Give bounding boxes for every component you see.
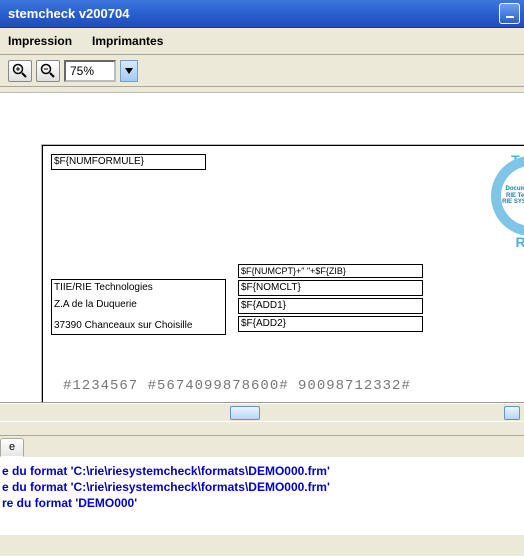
tabs-row: e	[0, 435, 524, 457]
zoom-out-button[interactable]	[36, 60, 60, 82]
sender-line1: TIIE/RIE Technologies	[54, 282, 223, 293]
log-line: e du format 'C:\rie\riesystemcheck\forma…	[2, 479, 522, 495]
horizontal-scrollbar[interactable]	[0, 403, 524, 421]
zoom-value: 75%	[70, 64, 94, 78]
zoom-level-input[interactable]: 75%	[64, 60, 116, 82]
scrollbar-arrow-right[interactable]	[504, 406, 520, 420]
check-document: $F{NUMFORMULE} T.I.I.E Documents Demo RI…	[42, 145, 524, 403]
stamp-logo: T.I.I.E Documents Demo RIE Technologies …	[491, 156, 524, 246]
log-line: e du format 'C:\rie\riesystemcheck\forma…	[2, 463, 522, 479]
window-title: stemcheck v200704	[8, 6, 129, 21]
field-numcpt-zib: $F{NUMCPT}+" "+$F{ZIB}	[238, 264, 423, 278]
stamp-center-text: Documents Demo RIE Technologies RIE SYST…	[502, 186, 524, 206]
sender-address-box: TIIE/RIE Technologies Z.A de la Duquerie…	[51, 279, 226, 335]
status-bar	[0, 534, 524, 556]
zoom-dropdown-button[interactable]	[120, 60, 138, 82]
scrollbar-thumb[interactable]	[230, 406, 260, 420]
sender-line3: 37390 Chanceaux sur Choisille	[54, 320, 223, 331]
menu-impression[interactable]: Impression	[4, 32, 76, 50]
toolbar: 75%	[0, 55, 524, 87]
menu-bar: Impression Imprimantes	[0, 28, 524, 55]
tab-log[interactable]: e	[0, 438, 24, 457]
window-title-bar: stemcheck v200704	[0, 0, 524, 28]
stamp-text-bottom: R.I.E	[491, 234, 524, 250]
micr-line: #1234567 #5674099878600# 90098712332#	[63, 378, 524, 394]
field-num-formule: $F{NUMFORMULE}	[51, 154, 206, 170]
minimize-button[interactable]	[499, 3, 520, 24]
log-line: re du format 'DEMO000'	[2, 495, 522, 511]
stamp-circle: Documents Demo RIE Technologies RIE SYST…	[491, 156, 524, 236]
zoom-in-button[interactable]	[8, 60, 32, 82]
sender-line2: Z.A de la Duquerie	[54, 299, 223, 310]
print-preview-area[interactable]: $F{NUMFORMULE} T.I.I.E Documents Demo RI…	[0, 93, 524, 403]
field-add2: $F{ADD2}	[238, 316, 423, 332]
field-nomclt: $F{NOMCLT}	[238, 280, 423, 296]
splitter-bar[interactable]	[0, 421, 524, 435]
field-add1: $F{ADD1}	[238, 298, 423, 314]
menu-imprimantes[interactable]: Imprimantes	[88, 32, 167, 50]
